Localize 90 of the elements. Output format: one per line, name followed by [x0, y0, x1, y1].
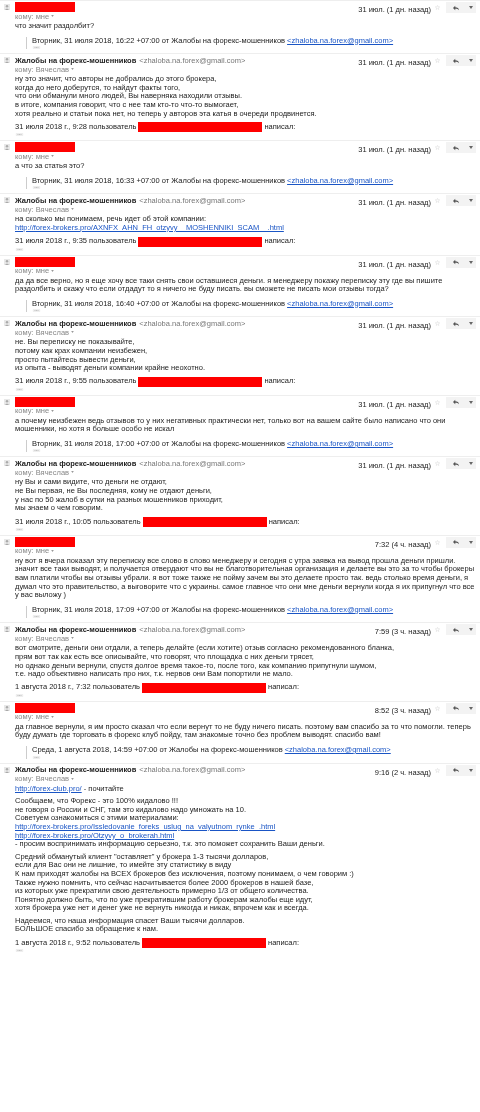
person-icon: [4, 258, 10, 265]
person-icon: [4, 704, 10, 711]
person-icon: [4, 197, 10, 204]
caret-icon[interactable]: [51, 155, 55, 158]
redaction-bar: [15, 256, 75, 267]
reply-button[interactable]: [446, 764, 466, 776]
reply-button[interactable]: [446, 256, 466, 268]
caret-icon: [469, 706, 473, 710]
ellipsis-icon[interactable]: [32, 186, 41, 190]
redaction-bar: [15, 536, 75, 547]
reply-button[interactable]: [446, 195, 466, 207]
caret-icon: [469, 462, 473, 466]
caret-icon: [469, 768, 473, 772]
person-icon: [4, 57, 10, 64]
reply-icon: [452, 705, 460, 712]
caret-icon: [469, 628, 473, 632]
redaction-bar: [15, 2, 75, 12]
redaction-bar: [15, 142, 75, 153]
reply-button[interactable]: [446, 55, 466, 67]
reply-button[interactable]: [446, 396, 466, 408]
person-icon: [4, 766, 10, 773]
caret-icon[interactable]: [51, 715, 55, 718]
reply-button[interactable]: [446, 624, 466, 636]
more-button[interactable]: [466, 536, 476, 548]
caret-icon[interactable]: [71, 208, 75, 211]
caret-icon: [469, 540, 473, 544]
ellipsis-icon[interactable]: [15, 527, 24, 531]
caret-icon: [469, 400, 473, 404]
more-button[interactable]: [466, 764, 476, 776]
ellipsis-icon[interactable]: [32, 449, 41, 453]
ellipsis-icon[interactable]: [15, 693, 24, 697]
reply-icon: [452, 539, 460, 546]
caret-icon: [469, 199, 473, 203]
more-button[interactable]: [466, 318, 476, 330]
reply-icon: [452, 57, 460, 64]
person-icon: [4, 538, 10, 545]
reply-icon: [452, 144, 460, 151]
redaction-bar: [15, 396, 75, 407]
person-icon: [4, 320, 10, 327]
reply-button[interactable]: [446, 702, 466, 714]
caret-icon: [469, 260, 473, 264]
reply-icon: [452, 460, 460, 467]
more-button[interactable]: [466, 702, 476, 714]
more-button[interactable]: [466, 2, 476, 13]
ellipsis-icon[interactable]: [32, 755, 41, 759]
caret-icon[interactable]: [71, 68, 75, 71]
caret-icon: [469, 322, 473, 326]
caret-icon[interactable]: [51, 15, 55, 17]
redaction-bar: [15, 702, 75, 713]
reply-icon: [452, 4, 460, 11]
person-icon: [4, 460, 10, 467]
caret-icon[interactable]: [71, 637, 75, 640]
person-icon: [4, 398, 10, 405]
ellipsis-icon[interactable]: [15, 949, 24, 953]
reply-button[interactable]: [446, 142, 466, 154]
ellipsis-icon[interactable]: [32, 309, 41, 313]
reply-icon: [452, 626, 460, 633]
caret-icon: [469, 146, 473, 150]
ellipsis-icon[interactable]: [32, 46, 41, 50]
more-button[interactable]: [466, 195, 476, 207]
reply-button[interactable]: [446, 536, 466, 548]
reply-icon: [452, 320, 460, 327]
more-button[interactable]: [466, 142, 476, 154]
caret-icon: [469, 6, 473, 9]
reply-icon: [452, 399, 460, 406]
reply-icon: [452, 197, 460, 204]
reply-button[interactable]: [446, 2, 466, 13]
person-icon: [4, 626, 10, 633]
person-icon: [4, 4, 10, 10]
caret-icon[interactable]: [71, 331, 75, 334]
caret-icon: [469, 59, 473, 63]
caret-icon[interactable]: [51, 409, 55, 412]
reply-button[interactable]: [446, 458, 466, 470]
ellipsis-icon[interactable]: [15, 387, 24, 391]
caret-icon[interactable]: [51, 269, 55, 272]
reply-icon: [452, 259, 460, 266]
more-button[interactable]: [466, 55, 476, 67]
caret-icon[interactable]: [71, 777, 75, 780]
more-button[interactable]: [466, 458, 476, 470]
person-icon: [4, 144, 10, 151]
ellipsis-icon[interactable]: [32, 615, 41, 619]
caret-icon[interactable]: [51, 549, 55, 552]
reply-button[interactable]: [446, 318, 466, 330]
more-button[interactable]: [466, 624, 476, 636]
reply-icon: [452, 767, 460, 774]
ellipsis-icon[interactable]: [15, 247, 24, 251]
caret-icon[interactable]: [71, 471, 75, 474]
ellipsis-icon[interactable]: [15, 133, 24, 137]
more-button[interactable]: [466, 396, 476, 408]
more-button[interactable]: [466, 256, 476, 268]
